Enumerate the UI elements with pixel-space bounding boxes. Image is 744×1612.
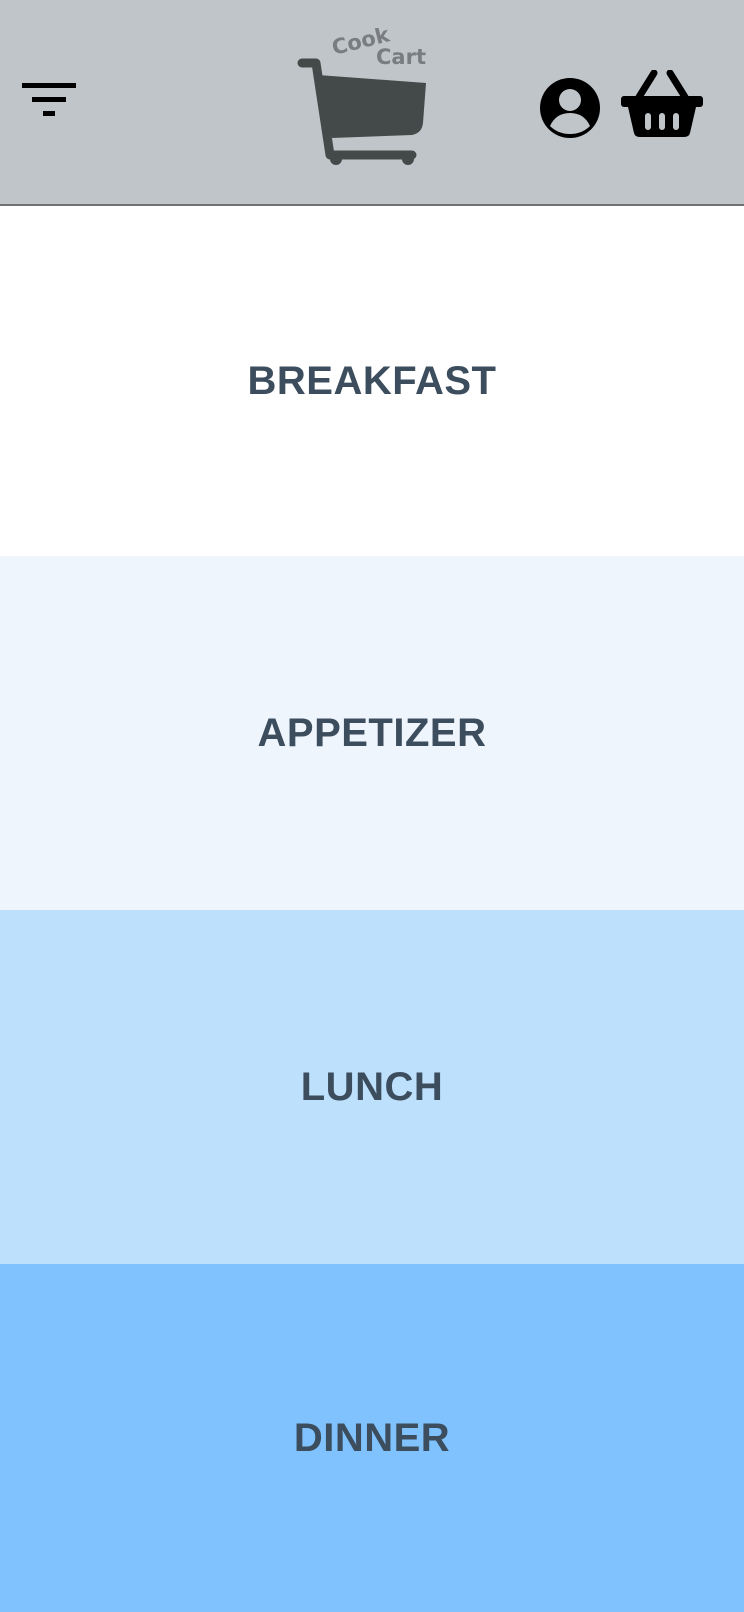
logo-text-cart: Cart [376,45,426,69]
filter-icon [22,83,76,116]
basket-icon [621,69,703,137]
shopping-cart-icon [297,58,426,165]
app-header: Cook Cart [0,0,744,206]
category-label: BREAKFAST [247,358,497,403]
category-lunch[interactable]: LUNCH [0,910,744,1264]
category-label: APPETIZER [257,710,487,755]
category-appetizer[interactable]: APPETIZER [0,556,744,910]
category-label: LUNCH [300,1064,444,1109]
category-breakfast[interactable]: BREAKFAST [0,206,744,556]
category-dinner[interactable]: DINNER [0,1264,744,1612]
filter-button[interactable] [18,74,80,126]
category-label: DINNER [293,1415,451,1460]
basket-button[interactable] [620,69,704,138]
profile-button[interactable] [538,76,602,140]
account-circle-icon [540,78,600,138]
app-logo[interactable]: Cook Cart [296,22,432,168]
